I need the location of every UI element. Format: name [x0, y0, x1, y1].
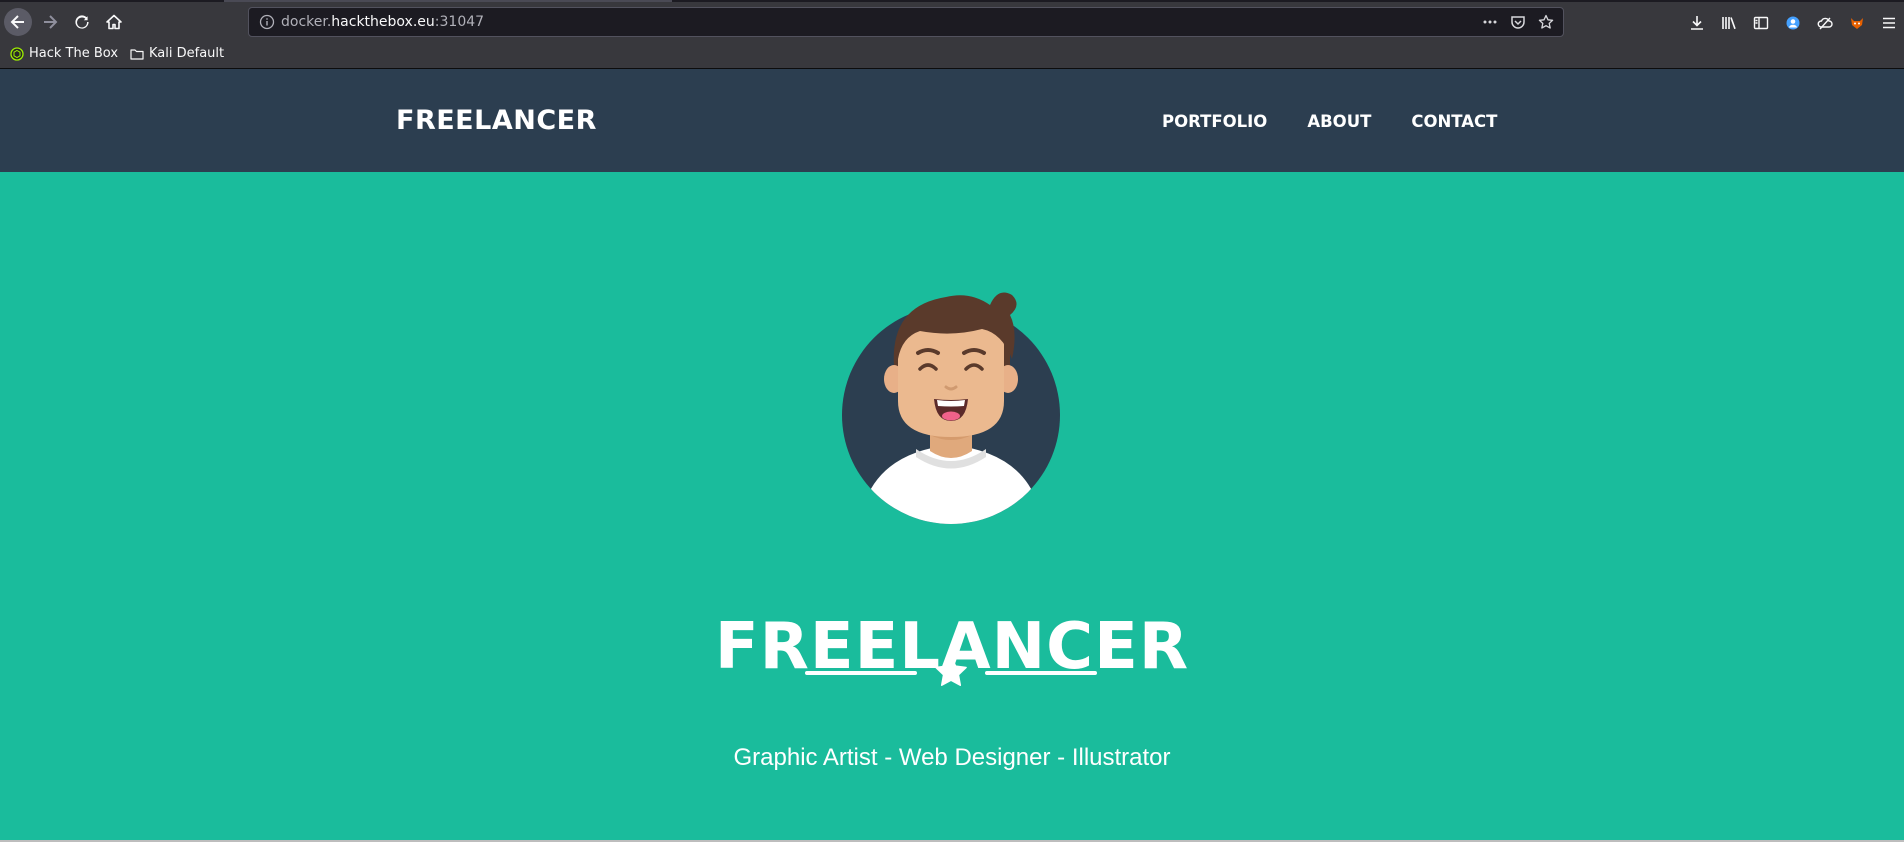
library-button[interactable]: [1720, 14, 1738, 32]
arrow-left-icon: [10, 15, 24, 29]
sidebar-button[interactable]: [1752, 14, 1770, 32]
site-info-icon[interactable]: [259, 14, 275, 30]
url-actions: [1481, 13, 1555, 31]
url-bar[interactable]: docker.hackthebox.eu:31047: [248, 7, 1564, 37]
forward-button[interactable]: [36, 8, 64, 36]
pocket-button[interactable]: [1509, 13, 1527, 31]
bookmark-label: Hack The Box: [29, 46, 119, 61]
bookmark-label: Kali Default: [149, 46, 225, 61]
downloads-button[interactable]: [1688, 14, 1706, 32]
home-icon: [106, 14, 122, 30]
toolbar-right: [1688, 14, 1898, 32]
nav-link-portfolio[interactable]: Portfolio: [1162, 112, 1267, 131]
extension-button[interactable]: [1816, 14, 1834, 32]
star-icon: [935, 655, 967, 686]
account-button[interactable]: [1784, 14, 1802, 32]
account-icon: [1786, 16, 1800, 30]
star-divider: [805, 654, 1097, 690]
home-button[interactable]: [100, 8, 128, 36]
download-icon: [1691, 16, 1703, 30]
divider-line-right: [985, 671, 1097, 675]
bookmark-star-button[interactable]: [1537, 13, 1555, 31]
folder-icon: [130, 48, 144, 60]
active-tab[interactable]: [224, 0, 672, 2]
avatar-illustration: [842, 292, 1060, 524]
navigation-toolbar: docker.hackthebox.eu:31047: [0, 4, 1904, 40]
hero-subtitle: Graphic Artist - Web Designer - Illustra…: [733, 744, 1171, 771]
reload-button[interactable]: [68, 8, 96, 36]
bookmark-hack-the-box[interactable]: Hack The Box: [10, 46, 118, 61]
hero-section: FREELANCER Graphic Artist - Web Designer…: [0, 172, 1904, 840]
hackthebox-icon: [10, 46, 24, 61]
arrow-right-icon: [44, 15, 58, 29]
extension-cloud-icon: [1817, 17, 1833, 30]
nav-link-contact[interactable]: Contact: [1411, 112, 1497, 131]
hamburger-menu-icon: [1883, 17, 1895, 29]
site-navbar: FREELANCER Portfolio About Contact: [0, 69, 1904, 172]
browser-chrome: docker.hackthebox.eu:31047 Hack The Box …: [0, 0, 1904, 69]
page-actions-button[interactable]: [1481, 13, 1499, 31]
nav-link-about[interactable]: About: [1307, 112, 1371, 131]
fox-icon: [1851, 18, 1863, 29]
divider-line-left: [805, 671, 917, 675]
site-brand-link[interactable]: FREELANCER: [396, 105, 597, 136]
url-text[interactable]: docker.hackthebox.eu:31047: [281, 14, 484, 30]
reload-icon: [75, 15, 89, 29]
url-port: :31047: [434, 14, 485, 30]
bookmarks-toolbar: Hack The Box Kali Default: [0, 44, 1904, 66]
more-horizontal-icon: [1483, 20, 1497, 24]
bookmark-kali-default[interactable]: Kali Default: [130, 46, 224, 61]
star-outline-icon: [1538, 14, 1554, 29]
nav-links: Portfolio About Contact: [1162, 112, 1537, 131]
tab-strip: [0, 0, 1904, 2]
open-menu-button[interactable]: [1880, 14, 1898, 32]
pocket-icon: [1511, 16, 1525, 29]
url-subdomain: docker.: [281, 14, 332, 30]
url-host: hackthebox.eu: [331, 14, 435, 30]
back-button[interactable]: [4, 8, 32, 36]
library-icon: [1722, 17, 1736, 30]
fox-extension-button[interactable]: [1848, 14, 1866, 32]
sidebar-icon: [1753, 16, 1769, 30]
